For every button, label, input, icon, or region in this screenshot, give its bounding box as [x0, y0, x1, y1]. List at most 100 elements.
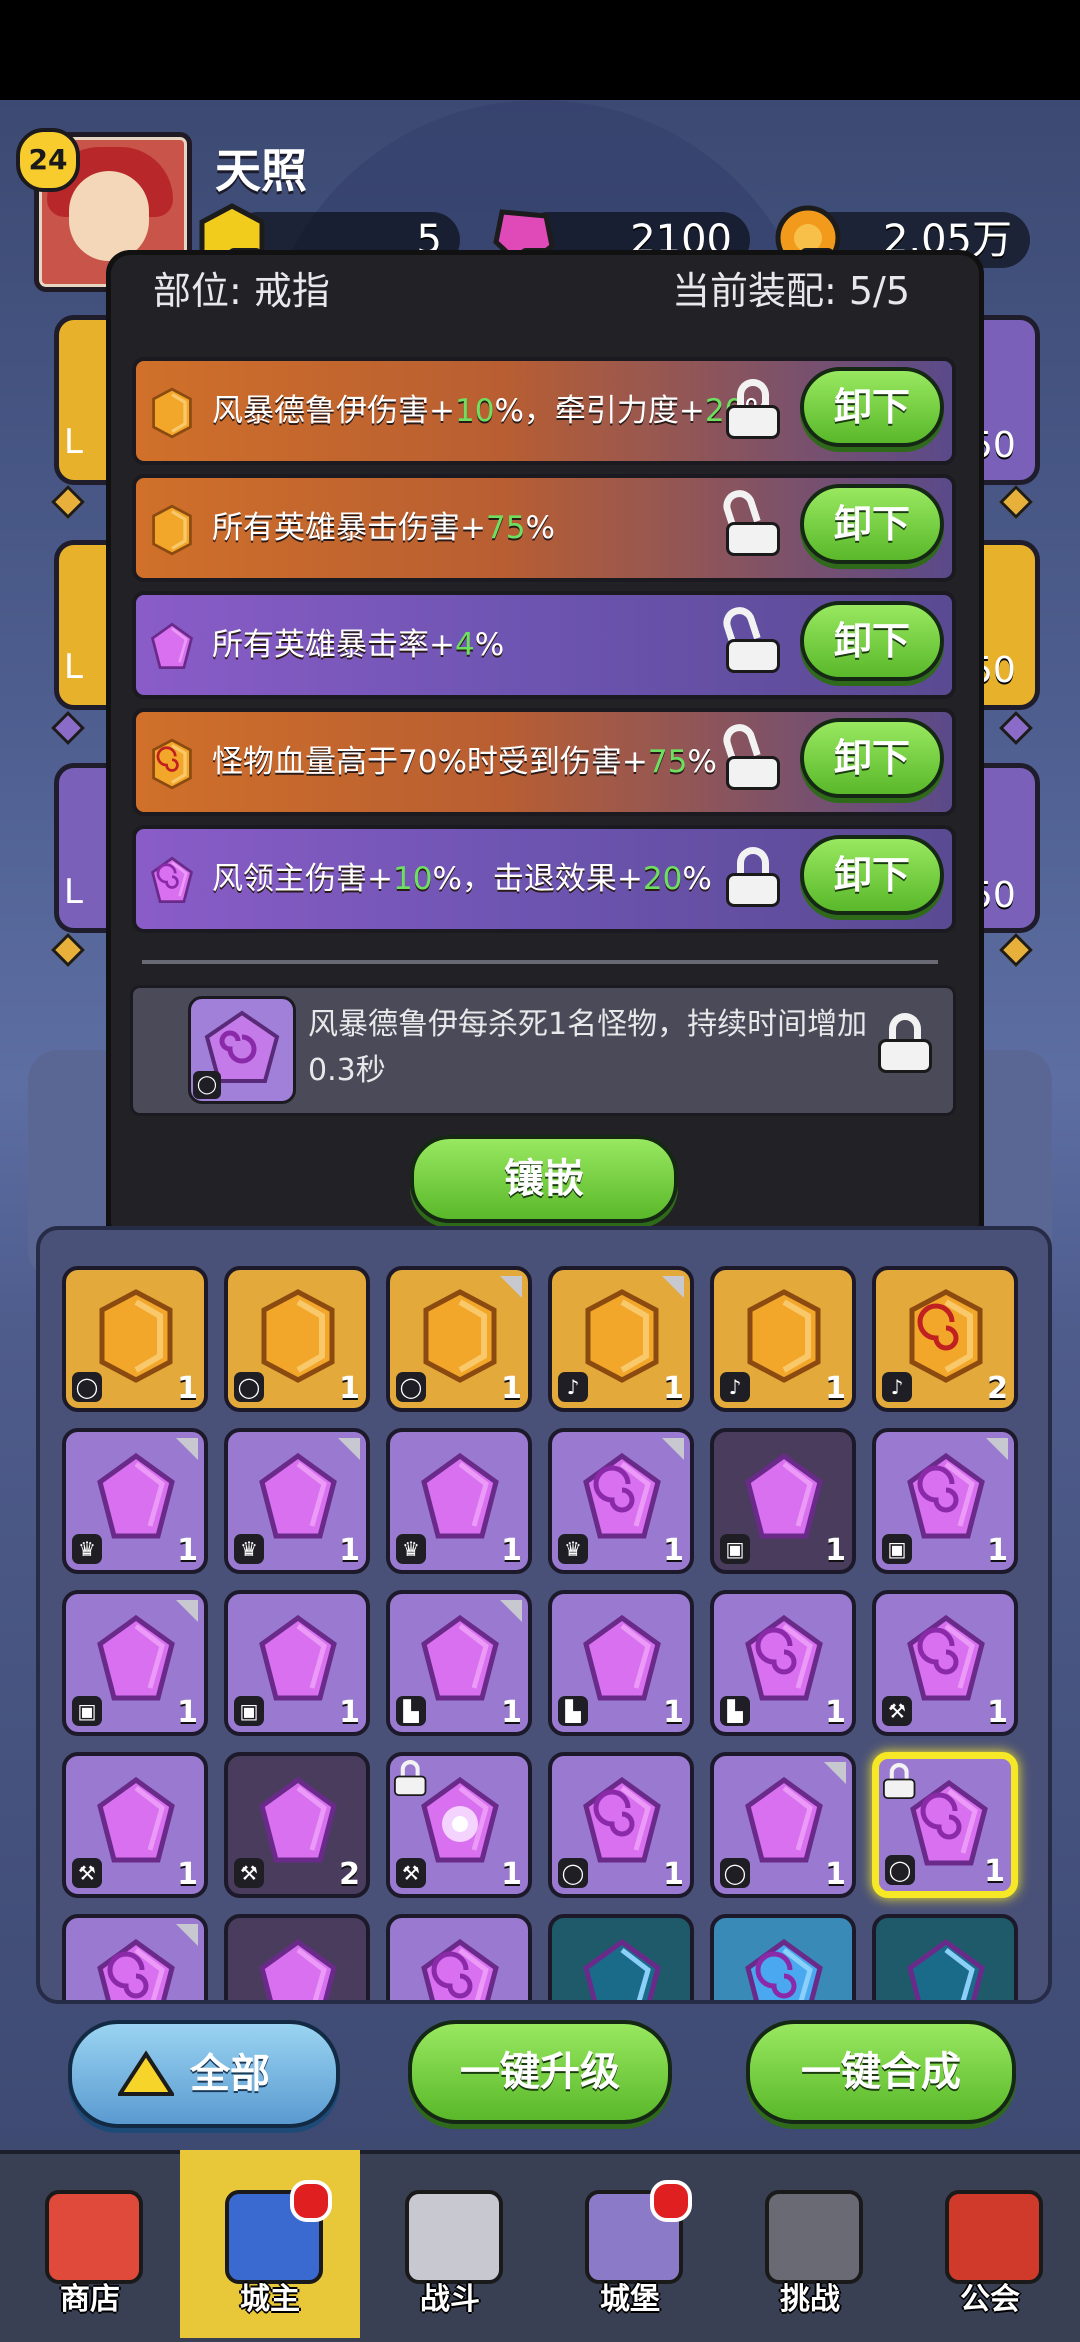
- slot-type-icon: ⚒: [72, 1858, 102, 1888]
- unlocked-icon[interactable]: [719, 602, 780, 673]
- tab-swords[interactable]: 战斗: [360, 2150, 540, 2338]
- tab-label: 城堡: [600, 2282, 660, 2317]
- gem-cell[interactable]: ▣ 1: [872, 1428, 1018, 1574]
- pentagon-gem-icon: [96, 1936, 176, 2000]
- gem-cell[interactable]: ♪ 2: [872, 1266, 1018, 1412]
- pentagon-gem-icon: [420, 1936, 500, 2000]
- gem-count: 1: [987, 1695, 1008, 1730]
- unequip-button[interactable]: 卸下: [800, 601, 944, 681]
- gem-cell[interactable]: ▣ 1: [710, 1428, 856, 1574]
- slot-type-icon: ♪: [882, 1372, 912, 1402]
- corner-marker: [176, 1924, 198, 1946]
- gem-cell[interactable]: ▣ 1: [224, 1590, 370, 1736]
- corner-marker: [500, 1276, 522, 1298]
- filter-all-button[interactable]: 全部: [68, 2020, 340, 2128]
- tab-label: 挑战: [780, 2282, 840, 2317]
- unlocked-icon[interactable]: [719, 719, 780, 790]
- tab-shop[interactable]: 商店: [0, 2150, 180, 2338]
- tab-label: 公会: [960, 2282, 1020, 2317]
- skill-gem-icon: ◯: [188, 996, 296, 1104]
- slot-type-icon: ♛: [234, 1534, 264, 1564]
- tab-label: 战斗: [420, 2282, 480, 2317]
- slot-type-icon: ⚒: [396, 1858, 426, 1888]
- gem-cell[interactable]: ♛ 1: [224, 1428, 370, 1574]
- gem-cell[interactable]: ♛ 1: [548, 1428, 694, 1574]
- unlocked-icon[interactable]: [719, 485, 780, 556]
- notification-dot: [290, 2180, 332, 2222]
- slot-type-icon: ◯: [558, 1858, 588, 1888]
- corner-marker: [338, 1438, 360, 1460]
- tab-castle[interactable]: 城堡: [540, 2150, 720, 2338]
- gem-cell[interactable]: ◯ 1: [872, 1752, 1018, 1898]
- gem-cell[interactable]: ⚒ 2: [224, 1752, 370, 1898]
- gem-cell[interactable]: [548, 1914, 694, 2000]
- gem-count: 1: [825, 1695, 846, 1730]
- locked-icon: [394, 1760, 427, 1796]
- pentagon-gem-icon: [420, 1612, 500, 1708]
- tab-guild-banner[interactable]: 公会: [900, 2150, 1080, 2338]
- one-key-upgrade-button[interactable]: 一键升级: [408, 2020, 672, 2124]
- unequip-button[interactable]: 卸下: [800, 718, 944, 798]
- gem-cell[interactable]: ♪ 1: [548, 1266, 694, 1412]
- pentagon-gem-icon: [744, 1612, 824, 1708]
- gem-cell[interactable]: ▙ 1: [710, 1590, 856, 1736]
- pentagon-gem-icon: [906, 1936, 986, 2000]
- pentagon-gem-icon: [96, 1612, 176, 1708]
- gem-cell[interactable]: ♪ 1: [710, 1266, 856, 1412]
- gem-cell[interactable]: [224, 1914, 370, 2000]
- gem-count: 1: [987, 1533, 1008, 1568]
- gem-cell[interactable]: ◯ 1: [386, 1266, 532, 1412]
- gem-cell[interactable]: [872, 1914, 1018, 2000]
- gem-cell[interactable]: ⚒ 1: [872, 1590, 1018, 1736]
- pentagon-gem-icon: [582, 1450, 662, 1546]
- one-key-merge-button[interactable]: 一键合成: [746, 2020, 1016, 2124]
- locked-icon[interactable]: [726, 847, 780, 907]
- slot-type-icon: ▣: [72, 1696, 102, 1726]
- hex-gem-icon: [582, 1288, 662, 1384]
- gem-cell[interactable]: [62, 1914, 208, 2000]
- slot-type-icon: ▙: [396, 1696, 426, 1726]
- gem-cell[interactable]: ▙ 1: [386, 1590, 532, 1736]
- corner-marker: [824, 1762, 846, 1784]
- gem-cell[interactable]: ♛ 1: [386, 1428, 532, 1574]
- locked-icon[interactable]: [726, 379, 780, 439]
- gem-cell[interactable]: ▣ 1: [62, 1590, 208, 1736]
- gem-cell[interactable]: [710, 1914, 856, 2000]
- inlay-button[interactable]: 镶嵌: [410, 1135, 678, 1223]
- effect-value: 10: [454, 393, 495, 429]
- equip-count-label: 当前装配: 5/5: [672, 269, 911, 313]
- gem-effect-text: 所有英雄暴击率+4%: [212, 595, 504, 695]
- gem-cell[interactable]: ▙ 1: [548, 1590, 694, 1736]
- effect-text-part: %: [525, 510, 555, 546]
- gem-cell[interactable]: ◯ 1: [548, 1752, 694, 1898]
- pentagon-gem-icon: [582, 1774, 662, 1870]
- slot-type-icon: ▣: [882, 1534, 912, 1564]
- pentagon-gem-icon: [744, 1450, 824, 1546]
- slot-type-icon: ◯: [720, 1858, 750, 1888]
- gem-cell[interactable]: ⚒ 1: [386, 1752, 532, 1898]
- skill-lock-icon[interactable]: [878, 1013, 932, 1073]
- gem-effect-text: 所有英雄暴击伤害+75%: [212, 478, 555, 578]
- gem-count: 1: [825, 1371, 846, 1406]
- gem-cell[interactable]: ◯ 1: [62, 1266, 208, 1412]
- gem-cell[interactable]: ♛ 1: [62, 1428, 208, 1574]
- tab-crown[interactable]: 城主: [180, 2150, 360, 2338]
- effect-text-part: 所有英雄暴击伤害+: [212, 510, 486, 546]
- purple-pentagon-gem-icon: [148, 621, 196, 669]
- corner-marker: [500, 1600, 522, 1622]
- effect-value: 4: [454, 627, 475, 663]
- gem-cell[interactable]: ◯ 1: [224, 1266, 370, 1412]
- gem-cell[interactable]: ◯ 1: [710, 1752, 856, 1898]
- modal-divider: [142, 960, 938, 964]
- gem-count: 1: [501, 1533, 522, 1568]
- unequip-button[interactable]: 卸下: [800, 835, 944, 915]
- hex-gem-icon: [906, 1288, 986, 1384]
- gem-cell[interactable]: ⚒ 1: [62, 1752, 208, 1898]
- slot-left-3-label: L: [64, 872, 83, 912]
- gem-count: 1: [663, 1371, 684, 1406]
- gem-count: 1: [501, 1695, 522, 1730]
- tab-demon[interactable]: 挑战: [720, 2150, 900, 2338]
- unequip-button[interactable]: 卸下: [800, 367, 944, 447]
- unequip-button[interactable]: 卸下: [800, 484, 944, 564]
- gem-cell[interactable]: [386, 1914, 532, 2000]
